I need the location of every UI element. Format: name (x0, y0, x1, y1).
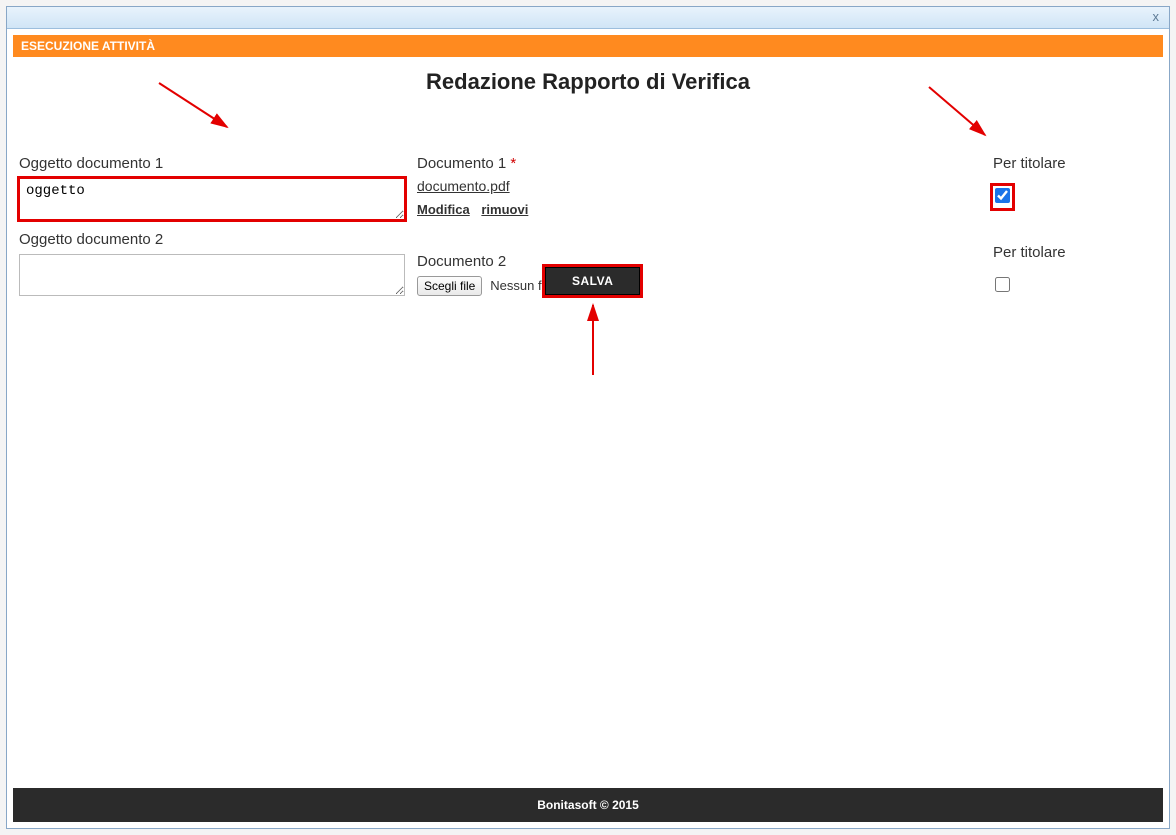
panel-header: ESECUZIONE ATTIVITÀ (13, 35, 1163, 57)
content-area: Redazione Rapporto di Verifica Oggetto d… (7, 57, 1169, 788)
documento1-filename-link[interactable]: documento.pdf (417, 178, 510, 194)
documento1-modify-link[interactable]: Modifica (417, 202, 470, 217)
footer: Bonitasoft © 2015 (13, 788, 1163, 822)
app-window: x ESECUZIONE ATTIVITÀ Redazione Rapporto… (6, 6, 1170, 829)
documento1-label-text: Documento 1 (417, 155, 506, 172)
titlebar: x (7, 7, 1169, 29)
titolare1-label: Per titolare (993, 155, 1153, 172)
page-title: Redazione Rapporto di Verifica (13, 69, 1163, 95)
titolare1-checkbox-wrap (993, 186, 1012, 208)
documento1-actions: Modifica rimuovi (417, 202, 817, 217)
oggetto1-input[interactable] (19, 178, 405, 220)
save-button[interactable]: SALVA (545, 267, 640, 295)
titolare2-checkbox-wrap (993, 275, 1012, 297)
oggetto2-label: Oggetto documento 2 (19, 231, 409, 248)
save-button-highlight: SALVA (545, 267, 640, 295)
oggetto1-label: Oggetto documento 1 (19, 155, 409, 172)
documento1-remove-link[interactable]: rimuovi (481, 202, 528, 217)
titolare2-checkbox[interactable] (995, 277, 1010, 292)
column-right: Per titolare Per titolare (993, 155, 1153, 297)
documento1-label: Documento 1 * (417, 155, 817, 172)
required-marker: * (510, 155, 516, 172)
choose-file-button[interactable]: Scegli file (417, 276, 482, 296)
column-left: Oggetto documento 1 Oggetto documento 2 (19, 155, 409, 299)
annotation-arrow-3 (583, 301, 603, 379)
titolare2-label: Per titolare (993, 244, 1153, 261)
titolare1-checkbox[interactable] (995, 188, 1010, 203)
oggetto2-input[interactable] (19, 254, 405, 296)
close-icon[interactable]: x (1153, 9, 1160, 24)
